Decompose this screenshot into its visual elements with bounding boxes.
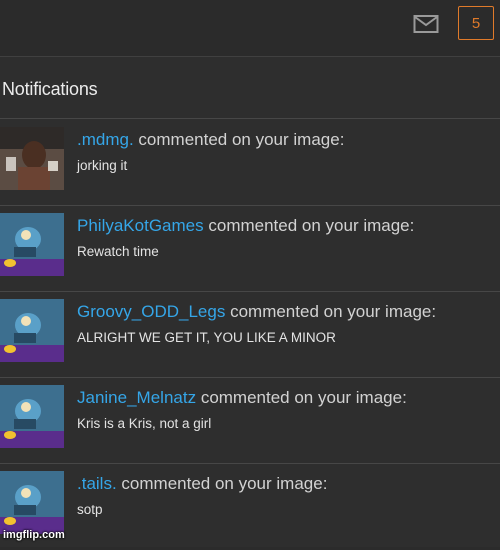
user-thumbnail[interactable] xyxy=(0,127,64,190)
movie-poster-thumbnail xyxy=(0,471,64,534)
notification-action: commented on your image: xyxy=(230,302,437,321)
comment-text: ALRIGHT WE GET IT, YOU LIKE A MINOR xyxy=(77,330,336,345)
movie-poster-thumbnail xyxy=(0,299,64,362)
top-bar: 5 xyxy=(0,0,500,57)
username-link[interactable]: .mdmg. xyxy=(77,130,134,149)
comment-text: Kris is a Kris, not a girl xyxy=(77,416,212,431)
photo-thumbnail-image xyxy=(0,127,64,190)
panel-title: Notifications xyxy=(2,79,98,99)
comment-text: Rewatch time xyxy=(77,244,159,259)
envelope-icon xyxy=(413,15,439,33)
notification-count: 5 xyxy=(471,14,481,32)
movie-poster-thumbnail xyxy=(0,213,64,276)
notification-headline: .tails. commented on your image: xyxy=(77,474,327,494)
notifications-panel: Notifications .mdmg. commented on your i… xyxy=(0,57,500,547)
notification-action: commented on your image: xyxy=(138,130,345,149)
username-link[interactable]: Janine_Melnatz xyxy=(77,388,196,407)
notification-headline: PhilyaKotGames commented on your image: xyxy=(77,216,414,236)
notification-headline: .mdmg. commented on your image: xyxy=(77,130,344,150)
divider xyxy=(0,118,500,119)
notification-item[interactable]: .mdmg. commented on your image: jorking … xyxy=(0,120,500,206)
watermark: imgflip.com xyxy=(3,529,65,541)
image-thumbnail[interactable] xyxy=(0,385,64,448)
notification-headline: Janine_Melnatz commented on your image: xyxy=(77,388,407,408)
notification-item[interactable]: Janine_Melnatz commented on your image: … xyxy=(0,378,500,464)
notification-count-button[interactable]: 5 xyxy=(458,6,494,40)
notification-action: commented on your image: xyxy=(121,474,328,493)
username-link[interactable]: .tails. xyxy=(77,474,117,493)
notification-item[interactable]: PhilyaKotGames commented on your image: … xyxy=(0,206,500,292)
notification-headline: Groovy_ODD_Legs commented on your image: xyxy=(77,302,436,322)
notification-item[interactable]: Groovy_ODD_Legs commented on your image:… xyxy=(0,292,500,378)
comment-text: sotp xyxy=(77,502,103,517)
notification-item[interactable]: .tails. commented on your image: sotp xyxy=(0,464,500,550)
image-thumbnail[interactable] xyxy=(0,213,64,276)
comment-text: jorking it xyxy=(77,158,128,173)
image-thumbnail[interactable] xyxy=(0,299,64,362)
movie-poster-thumbnail xyxy=(0,385,64,448)
username-link[interactable]: Groovy_ODD_Legs xyxy=(77,302,225,321)
messages-button[interactable] xyxy=(412,12,440,36)
notification-action: commented on your image: xyxy=(200,388,407,407)
image-thumbnail[interactable] xyxy=(0,471,64,534)
username-link[interactable]: PhilyaKotGames xyxy=(77,216,204,235)
notification-action: commented on your image: xyxy=(208,216,415,235)
